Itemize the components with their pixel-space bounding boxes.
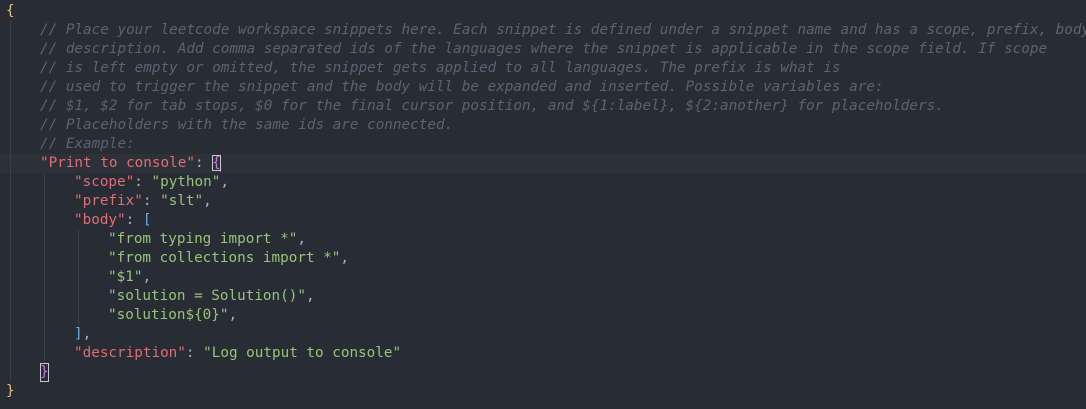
code-line: {: [0, 2, 1086, 21]
scope-line: "scope": "python",: [74, 174, 229, 190]
body-item: "from collections import *",: [108, 250, 350, 266]
code-line: }: [0, 363, 1086, 382]
comment-line: // description. Add comma separated ids …: [40, 41, 1048, 57]
body-item: "$1",: [108, 269, 152, 285]
description-key: "description": [74, 345, 186, 361]
comment-line: // used to trigger the snippet and the b…: [40, 79, 884, 95]
snippet-close-brace: }: [40, 363, 49, 382]
code-line: // description. Add comma separated ids …: [0, 40, 1086, 59]
snippet-name: "Print to console": [40, 155, 195, 171]
root-close-brace: }: [6, 383, 15, 399]
code-line: // Place your leetcode workspace snippet…: [0, 21, 1086, 40]
code-line: "solution = Solution()",: [0, 287, 1086, 306]
code-line: // is left empty or omitted, the snippet…: [0, 59, 1086, 78]
comment-line: // Place your leetcode workspace snippet…: [40, 22, 1086, 38]
root-open-brace: {: [6, 3, 15, 19]
body-close-line: ],: [74, 326, 92, 342]
scope-key: "scope": [74, 174, 135, 190]
text-cursor: [219, 154, 221, 172]
code-line: "scope": "python",: [0, 173, 1086, 192]
description-value: "Log output to console": [203, 345, 402, 361]
body-item: "solution${0}",: [108, 307, 238, 323]
code-line: "$1",: [0, 268, 1086, 287]
prefix-key: "prefix": [74, 193, 143, 209]
code-line: // used to trigger the snippet and the b…: [0, 78, 1086, 97]
code-line-current[interactable]: "Print to console": {: [0, 154, 1086, 173]
body-open-bracket: [: [142, 212, 152, 228]
body-item: "from typing import *",: [108, 231, 306, 247]
code-line: }: [0, 382, 1086, 401]
comment-line: // Placeholders with the same ids are co…: [40, 117, 454, 133]
body-close-bracket: ]: [74, 326, 83, 342]
code-line: "description": "Log output to console": [0, 344, 1086, 363]
code-line: "from collections import *",: [0, 249, 1086, 268]
body-key: "body": [74, 212, 126, 228]
body-item: "solution = Solution()",: [108, 288, 315, 304]
comment-line: // $1, $2 for tab stops, $0 for the fina…: [40, 98, 944, 114]
code-line: "body": [: [0, 211, 1086, 230]
prefix-value: "slt": [160, 193, 204, 209]
body-line: "body": [: [74, 212, 152, 228]
prefix-line: "prefix": "slt",: [74, 193, 212, 209]
code-line: "solution${0}",: [0, 306, 1086, 325]
colon: :: [194, 155, 213, 171]
scope-value: "python": [151, 174, 221, 190]
snippet-name-line: "Print to console": {: [40, 154, 221, 173]
code-line: // $1, $2 for tab stops, $0 for the fina…: [0, 97, 1086, 116]
code-editor[interactable]: { // Place your leetcode workspace snipp…: [0, 0, 1086, 409]
code-line: // Example:: [0, 135, 1086, 154]
comment-line: // Example:: [40, 136, 135, 152]
code-line: ],: [0, 325, 1086, 344]
code-line: "from typing import *",: [0, 230, 1086, 249]
comment-line: // is left empty or omitted, the snippet…: [40, 60, 841, 76]
code-line: "prefix": "slt",: [0, 192, 1086, 211]
description-line: "description": "Log output to console": [74, 345, 402, 361]
code-line: // Placeholders with the same ids are co…: [0, 116, 1086, 135]
